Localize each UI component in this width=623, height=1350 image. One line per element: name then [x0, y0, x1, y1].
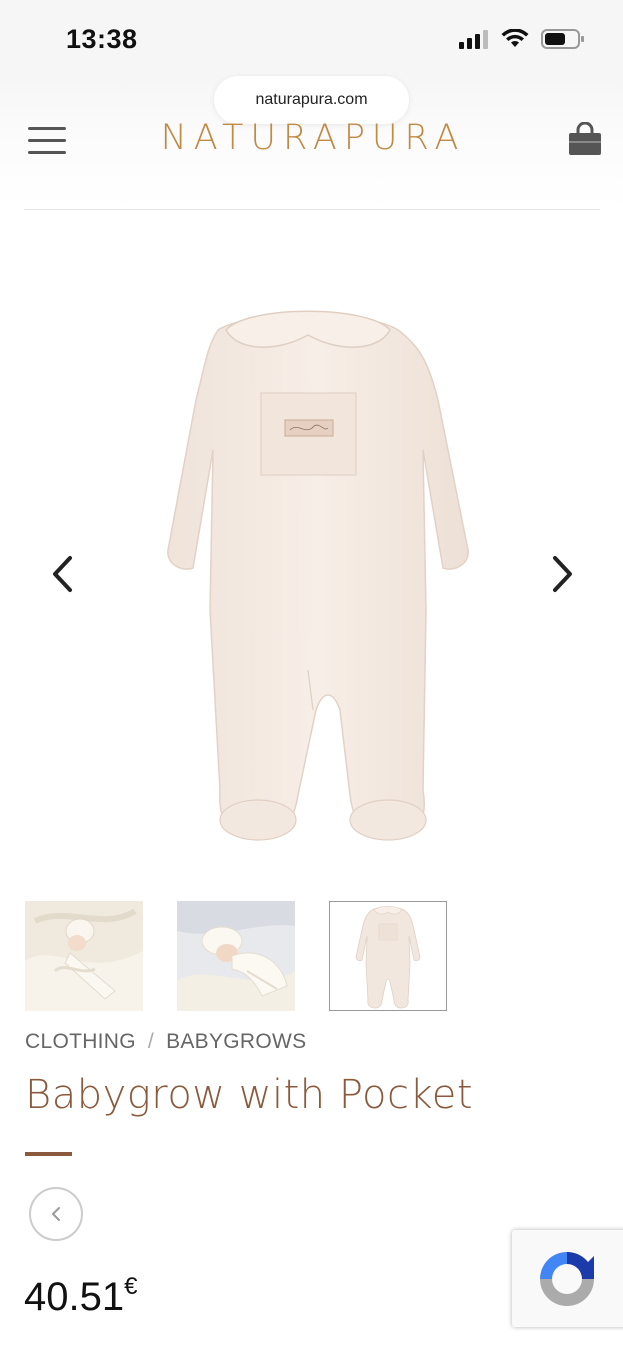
recaptcha-badge[interactable]	[512, 1230, 623, 1327]
breadcrumb: CLOTHING / BABYGROWS	[25, 1030, 306, 1054]
thumbnail-2[interactable]	[177, 901, 295, 1011]
shopping-bag-icon[interactable]	[568, 121, 602, 156]
chevron-left-icon	[53, 556, 72, 592]
url-text: naturapura.com	[255, 91, 368, 108]
address-bar[interactable]: naturapura.com	[214, 76, 409, 124]
product-price: 40.51€	[24, 1273, 138, 1320]
product-title: Babygrow with Pocket	[25, 1072, 474, 1118]
price-amount: 40.51	[24, 1275, 125, 1319]
product-main-image[interactable]	[118, 290, 498, 850]
product-page: 13:38 naturapura.com NATURAPURA CLOTHING…	[0, 0, 623, 1350]
title-divider	[25, 1152, 72, 1156]
cellular-signal-icon	[459, 29, 489, 54]
site-logo[interactable]: NATURAPURA	[118, 118, 508, 158]
status-time: 13:38	[66, 24, 138, 54]
thumbnail-strip	[25, 901, 447, 1011]
wifi-icon	[501, 28, 529, 54]
gallery-prev-button[interactable]	[42, 552, 82, 596]
price-currency: €	[124, 1273, 138, 1300]
gallery-next-button[interactable]	[543, 552, 583, 596]
battery-icon	[541, 28, 585, 55]
thumbnail-3[interactable]	[329, 901, 447, 1011]
breadcrumb-item-babygrows[interactable]: BABYGROWS	[166, 1030, 306, 1053]
chevron-left-icon	[52, 1207, 60, 1221]
recaptcha-icon	[540, 1251, 594, 1306]
thumbnail-1[interactable]	[25, 901, 143, 1011]
status-bar: 13:38	[0, 0, 623, 80]
status-icons	[459, 28, 585, 55]
header-divider	[24, 209, 600, 210]
breadcrumb-separator: /	[147, 1030, 155, 1053]
chevron-right-icon	[553, 556, 572, 592]
previous-product-button[interactable]	[29, 1187, 83, 1241]
hamburger-menu-icon[interactable]	[28, 127, 66, 155]
breadcrumb-item-clothing[interactable]: CLOTHING	[25, 1030, 136, 1053]
